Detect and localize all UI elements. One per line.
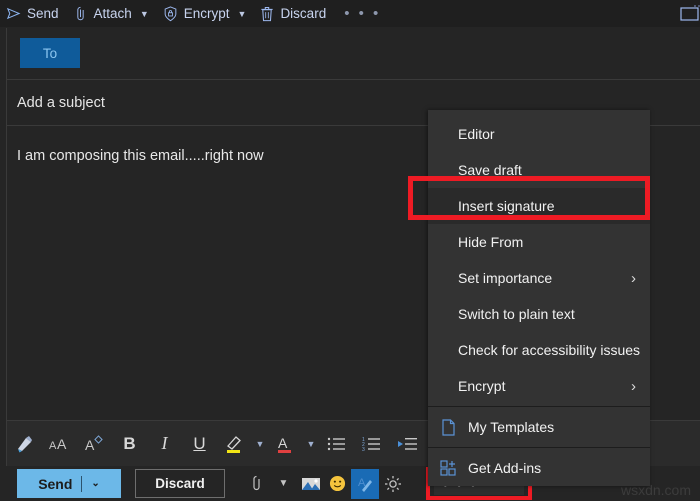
recipient-row[interactable]: To — [7, 28, 700, 80]
chevron-down-icon: ▼ — [139, 8, 149, 19]
menu-item-label: Hide From — [458, 234, 524, 250]
menu-item-save-draft[interactable]: Save draft — [428, 152, 650, 188]
send-command[interactable]: Send — [0, 0, 67, 27]
menu-item-label: Switch to plain text — [458, 306, 575, 322]
shield-lock-icon — [163, 5, 178, 22]
insert-picture-icon[interactable] — [297, 469, 324, 499]
menu-item-label: Editor — [458, 126, 495, 142]
menu-item-get-addins[interactable]: Get Add-ins — [428, 450, 650, 486]
menu-item-label: My Templates — [468, 419, 555, 435]
svg-text:A: A — [85, 437, 95, 453]
chevron-right-icon: › — [631, 269, 636, 287]
format-painter-icon[interactable] — [7, 422, 42, 466]
menu-divider — [428, 447, 650, 448]
menu-item-label: Set importance — [458, 270, 553, 286]
menu-item-hide-from[interactable]: Hide From — [428, 224, 650, 260]
more-commands-button[interactable]: • • • — [334, 5, 391, 22]
send-command-label: Send — [27, 6, 59, 21]
discard-button[interactable]: Discard — [135, 469, 225, 498]
discard-command[interactable]: Discard — [254, 0, 334, 27]
outlook-compose-window: Send Attach ▼ Encrypt ▼ Discard • • • To… — [0, 0, 700, 501]
underline-button[interactable]: U — [182, 422, 217, 466]
more-options-context-menu: Editor Save draft Insert signature Hide … — [428, 110, 650, 486]
italic-button[interactable]: I — [147, 422, 182, 466]
menu-item-label: Insert signature — [458, 198, 555, 214]
font-options-icon[interactable]: A — [77, 422, 112, 466]
menu-item-switch-to-plain-text[interactable]: Switch to plain text — [428, 296, 650, 332]
font-size-icon[interactable]: A A — [42, 422, 77, 466]
send-options-caret-icon[interactable]: ⌄ — [91, 478, 99, 489]
send-button-label: Send — [38, 475, 73, 492]
message-body-text[interactable]: I am composing this email.....right now — [17, 148, 264, 164]
svg-text:A: A — [57, 436, 67, 452]
menu-item-encrypt[interactable]: Encrypt › — [428, 368, 650, 404]
numbered-list-icon[interactable]: 123 — [354, 422, 389, 466]
trash-icon — [260, 6, 274, 22]
menu-item-label: Check for accessibility issues — [458, 342, 641, 358]
attach-clip-icon[interactable] — [243, 469, 270, 499]
chevron-right-icon: › — [631, 377, 636, 395]
emoji-icon[interactable] — [324, 469, 351, 499]
addins-grid-icon — [438, 460, 458, 476]
menu-item-editor[interactable]: Editor — [428, 116, 650, 152]
menu-item-set-importance[interactable]: Set importance › — [428, 260, 650, 296]
bulleted-list-icon[interactable] — [319, 422, 354, 466]
send-button-divider — [81, 475, 83, 492]
svg-text:A: A — [278, 435, 288, 451]
svg-text:A: A — [49, 440, 57, 452]
document-icon — [438, 418, 458, 436]
send-paperplane-icon — [6, 6, 21, 21]
chevron-down-icon: ▼ — [237, 8, 247, 19]
bold-button[interactable]: B — [112, 422, 147, 466]
attach-caret-icon[interactable]: ▼ — [270, 469, 297, 499]
encrypt-command[interactable]: Encrypt ▼ — [157, 0, 255, 27]
svg-text:3: 3 — [362, 447, 365, 452]
send-button[interactable]: Send ⌄ — [17, 469, 121, 498]
menu-item-insert-signature[interactable]: Insert signature — [428, 188, 650, 224]
subject-input[interactable]: Add a subject — [17, 95, 105, 111]
popout-window-icon[interactable] — [680, 5, 700, 27]
attach-command-label: Attach — [93, 6, 132, 21]
highlight-caret-icon[interactable]: ▼ — [252, 422, 268, 466]
insert-signature-icon[interactable]: A — [351, 468, 379, 499]
menu-divider — [428, 406, 650, 407]
menu-item-my-templates[interactable]: My Templates — [428, 409, 650, 445]
menu-item-label: Get Add-ins — [468, 460, 542, 476]
compose-command-bar: Send Attach ▼ Encrypt ▼ Discard • • • — [0, 0, 700, 27]
dictate-icon[interactable] — [379, 469, 406, 499]
encrypt-command-label: Encrypt — [183, 6, 230, 21]
menu-item-label: Encrypt — [458, 378, 506, 394]
attach-command[interactable]: Attach ▼ — [67, 0, 157, 27]
font-color-caret-icon[interactable]: ▼ — [303, 422, 319, 466]
menu-item-label: Save draft — [458, 162, 522, 178]
highlight-color-icon[interactable] — [217, 422, 252, 466]
decrease-indent-icon[interactable] — [389, 422, 424, 466]
menu-item-check-accessibility[interactable]: Check for accessibility issues — [428, 332, 650, 368]
to-field-button[interactable]: To — [20, 38, 80, 68]
discard-command-label: Discard — [280, 6, 327, 21]
paperclip-icon — [73, 6, 88, 22]
font-color-icon[interactable]: A — [268, 422, 303, 466]
